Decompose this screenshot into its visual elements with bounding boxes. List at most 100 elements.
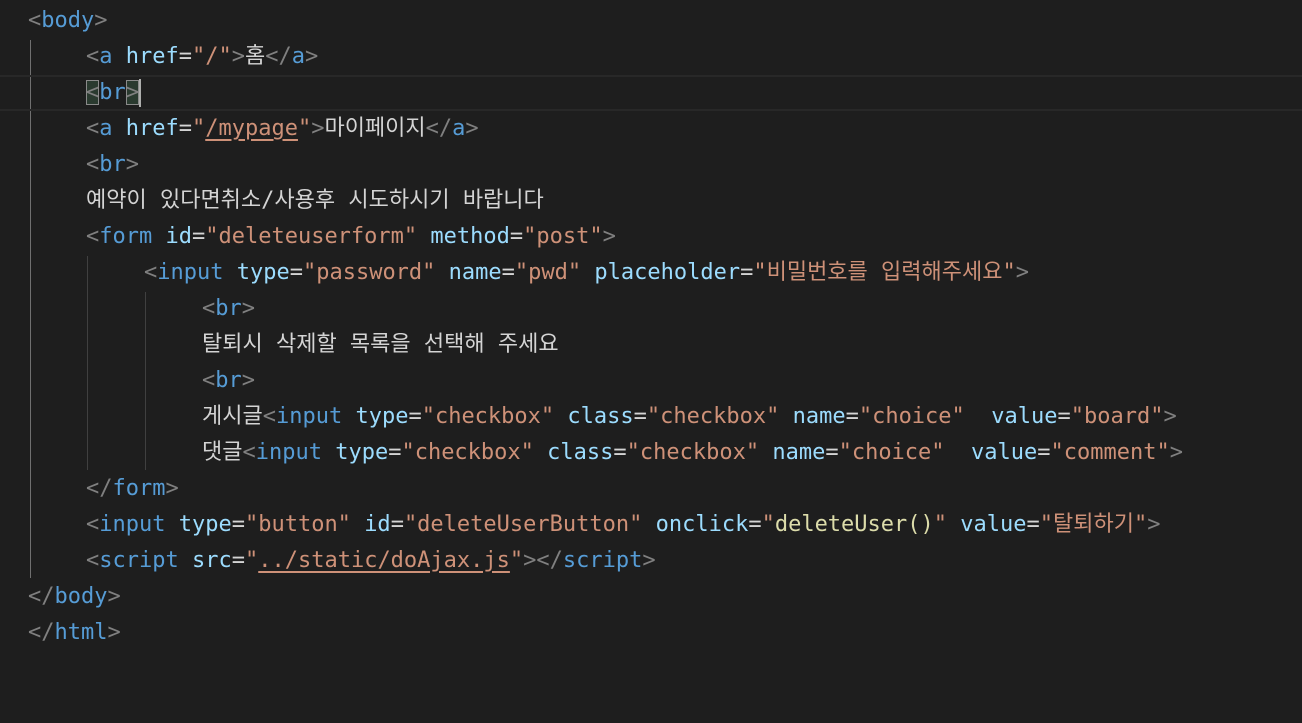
token: input [157,260,224,285]
token: src [191,548,232,573]
text-cursor [139,79,141,107]
token: "checkbox" [646,404,780,429]
link-token[interactable]: /mypage [205,116,298,141]
token: = [231,512,245,537]
token: type [178,512,232,537]
token: > [107,620,121,645]
token: value [991,404,1058,429]
token: </ [28,584,55,609]
token: input [255,440,322,465]
token: 게시글 [202,404,263,429]
token: name [772,440,826,465]
token: </ [425,116,453,141]
token: input [275,404,343,429]
token: body [54,584,108,609]
token: form [99,224,153,249]
token: > [241,296,255,321]
token: 댓글 [202,440,243,465]
token: < [86,152,100,177]
code-line[interactable]: <body> [0,3,1302,39]
token: href [125,44,179,69]
token: class [547,440,614,465]
token: 탈퇴시 삭제할 목록을 선택해 주세요 [202,332,559,357]
token: = [178,44,192,69]
token: input [99,512,166,537]
token: = [191,224,206,249]
token: = [178,116,192,141]
token: a [291,44,305,69]
code-line[interactable]: <script src="../static/doAjax.js"></scri… [0,543,1302,579]
token: = [1037,440,1051,465]
token: script [99,548,179,573]
token: " [509,548,524,573]
code-line[interactable]: <a href="/">홈</a> [0,39,1302,75]
token: = [509,224,524,249]
token: "deleteUserButton" [403,512,643,537]
code-line[interactable]: <br> [0,147,1302,183]
token: = [845,404,859,429]
token: " [761,512,775,537]
token: "post" [523,224,603,249]
token: > [465,116,479,141]
token: 마이페이지 [324,116,426,141]
token: href [125,116,179,141]
code-line[interactable]: </html> [0,615,1302,651]
token: a [99,44,113,69]
token: deleteUser() [774,512,934,537]
code-line[interactable]: <br> [0,363,1302,399]
token: placeholder [594,260,741,285]
token: script [562,548,643,573]
bracket-match: < [86,80,100,105]
token: > [1015,260,1029,285]
token: "/" [191,44,232,69]
code-line[interactable]: </form> [0,471,1302,507]
token: " [244,548,259,573]
token: value [960,512,1027,537]
token: "deleteuserform" [205,224,418,249]
token: method [430,224,510,249]
code-line[interactable]: </body> [0,579,1302,615]
token: > [602,224,616,249]
token: > [125,152,139,177]
token: type [355,404,409,429]
code-editor[interactable]: <body> <a href="/">홈</a> <br> <a href="/… [0,0,1302,682]
token: br [215,368,242,393]
code-line[interactable]: 예약이 있다면취소/사용후 시도하시기 바랍니다 [0,183,1302,219]
token: > [1163,404,1177,429]
token: > [304,44,319,69]
token: "comment" [1050,440,1170,465]
code-line[interactable]: <form id="deleteuserform" method="post"> [0,219,1302,255]
current-line[interactable]: <br> [0,75,1302,111]
token: = [740,260,754,285]
token: " [297,116,312,141]
code-line[interactable]: <br> [0,291,1302,327]
token: "choice" [858,404,965,429]
token: < [86,548,100,573]
token: = [231,548,245,573]
code-line[interactable]: 게시글<input type="checkbox" class="checkbo… [0,399,1302,435]
token: < [86,116,100,141]
token: = [613,440,627,465]
token: </ [265,44,292,69]
token: = [388,440,402,465]
token: "checkbox" [421,404,555,429]
token: < [86,224,100,249]
token: class [567,404,634,429]
token: type [335,440,389,465]
token: html [54,620,108,645]
token: > [311,116,325,141]
link-token[interactable]: ../static/doAjax.js [258,548,510,573]
token: " [933,512,948,537]
code-line[interactable]: 탈퇴시 삭제할 목록을 선택해 주세요 [0,327,1302,363]
token: </ [86,476,113,501]
token: < [86,44,100,69]
code-line[interactable]: 댓글<input type="checkbox" class="checkbox… [0,435,1302,471]
code-line[interactable]: <input type="button" id="deleteUserButto… [0,507,1302,543]
code-line[interactable]: <input type="password" name="pwd" placeh… [0,255,1302,291]
token: > [642,548,656,573]
token: > [107,584,121,609]
token: "board" [1070,404,1164,429]
code-line[interactable]: <a href="/mypage">마이페이지</a> [0,111,1302,147]
token: " [191,116,206,141]
token: = [1026,512,1040,537]
